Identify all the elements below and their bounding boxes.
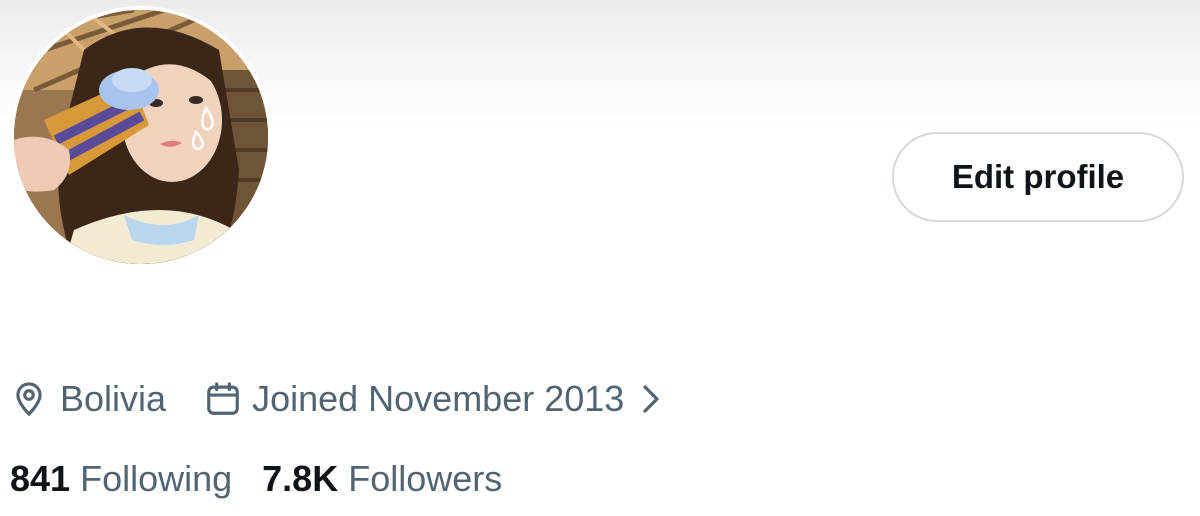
chevron-right-icon[interactable] (640, 384, 662, 414)
followers-link[interactable]: 7.8K Followers (262, 458, 502, 500)
location: Bolivia (10, 378, 166, 420)
followers-label: Followers (348, 458, 503, 499)
followers-count: 7.8K (262, 458, 339, 499)
avatar[interactable] (10, 6, 272, 268)
profile-meta: Bolivia Joined November 2013 (10, 372, 662, 426)
avatar-image (14, 10, 268, 264)
following-count: 841 (10, 458, 71, 499)
location-pin-icon (16, 382, 42, 417)
calendar-icon (207, 382, 239, 415)
edit-profile-button[interactable]: Edit profile (892, 132, 1184, 222)
follow-stats: 841 Following 7.8K Followers (10, 452, 502, 506)
join-date[interactable]: Joined November 2013 (204, 378, 662, 420)
following-link[interactable]: 841 Following (10, 458, 232, 500)
following-label: Following (80, 458, 233, 499)
join-date-text: Joined November 2013 (252, 378, 625, 419)
location-text: Bolivia (60, 378, 167, 419)
